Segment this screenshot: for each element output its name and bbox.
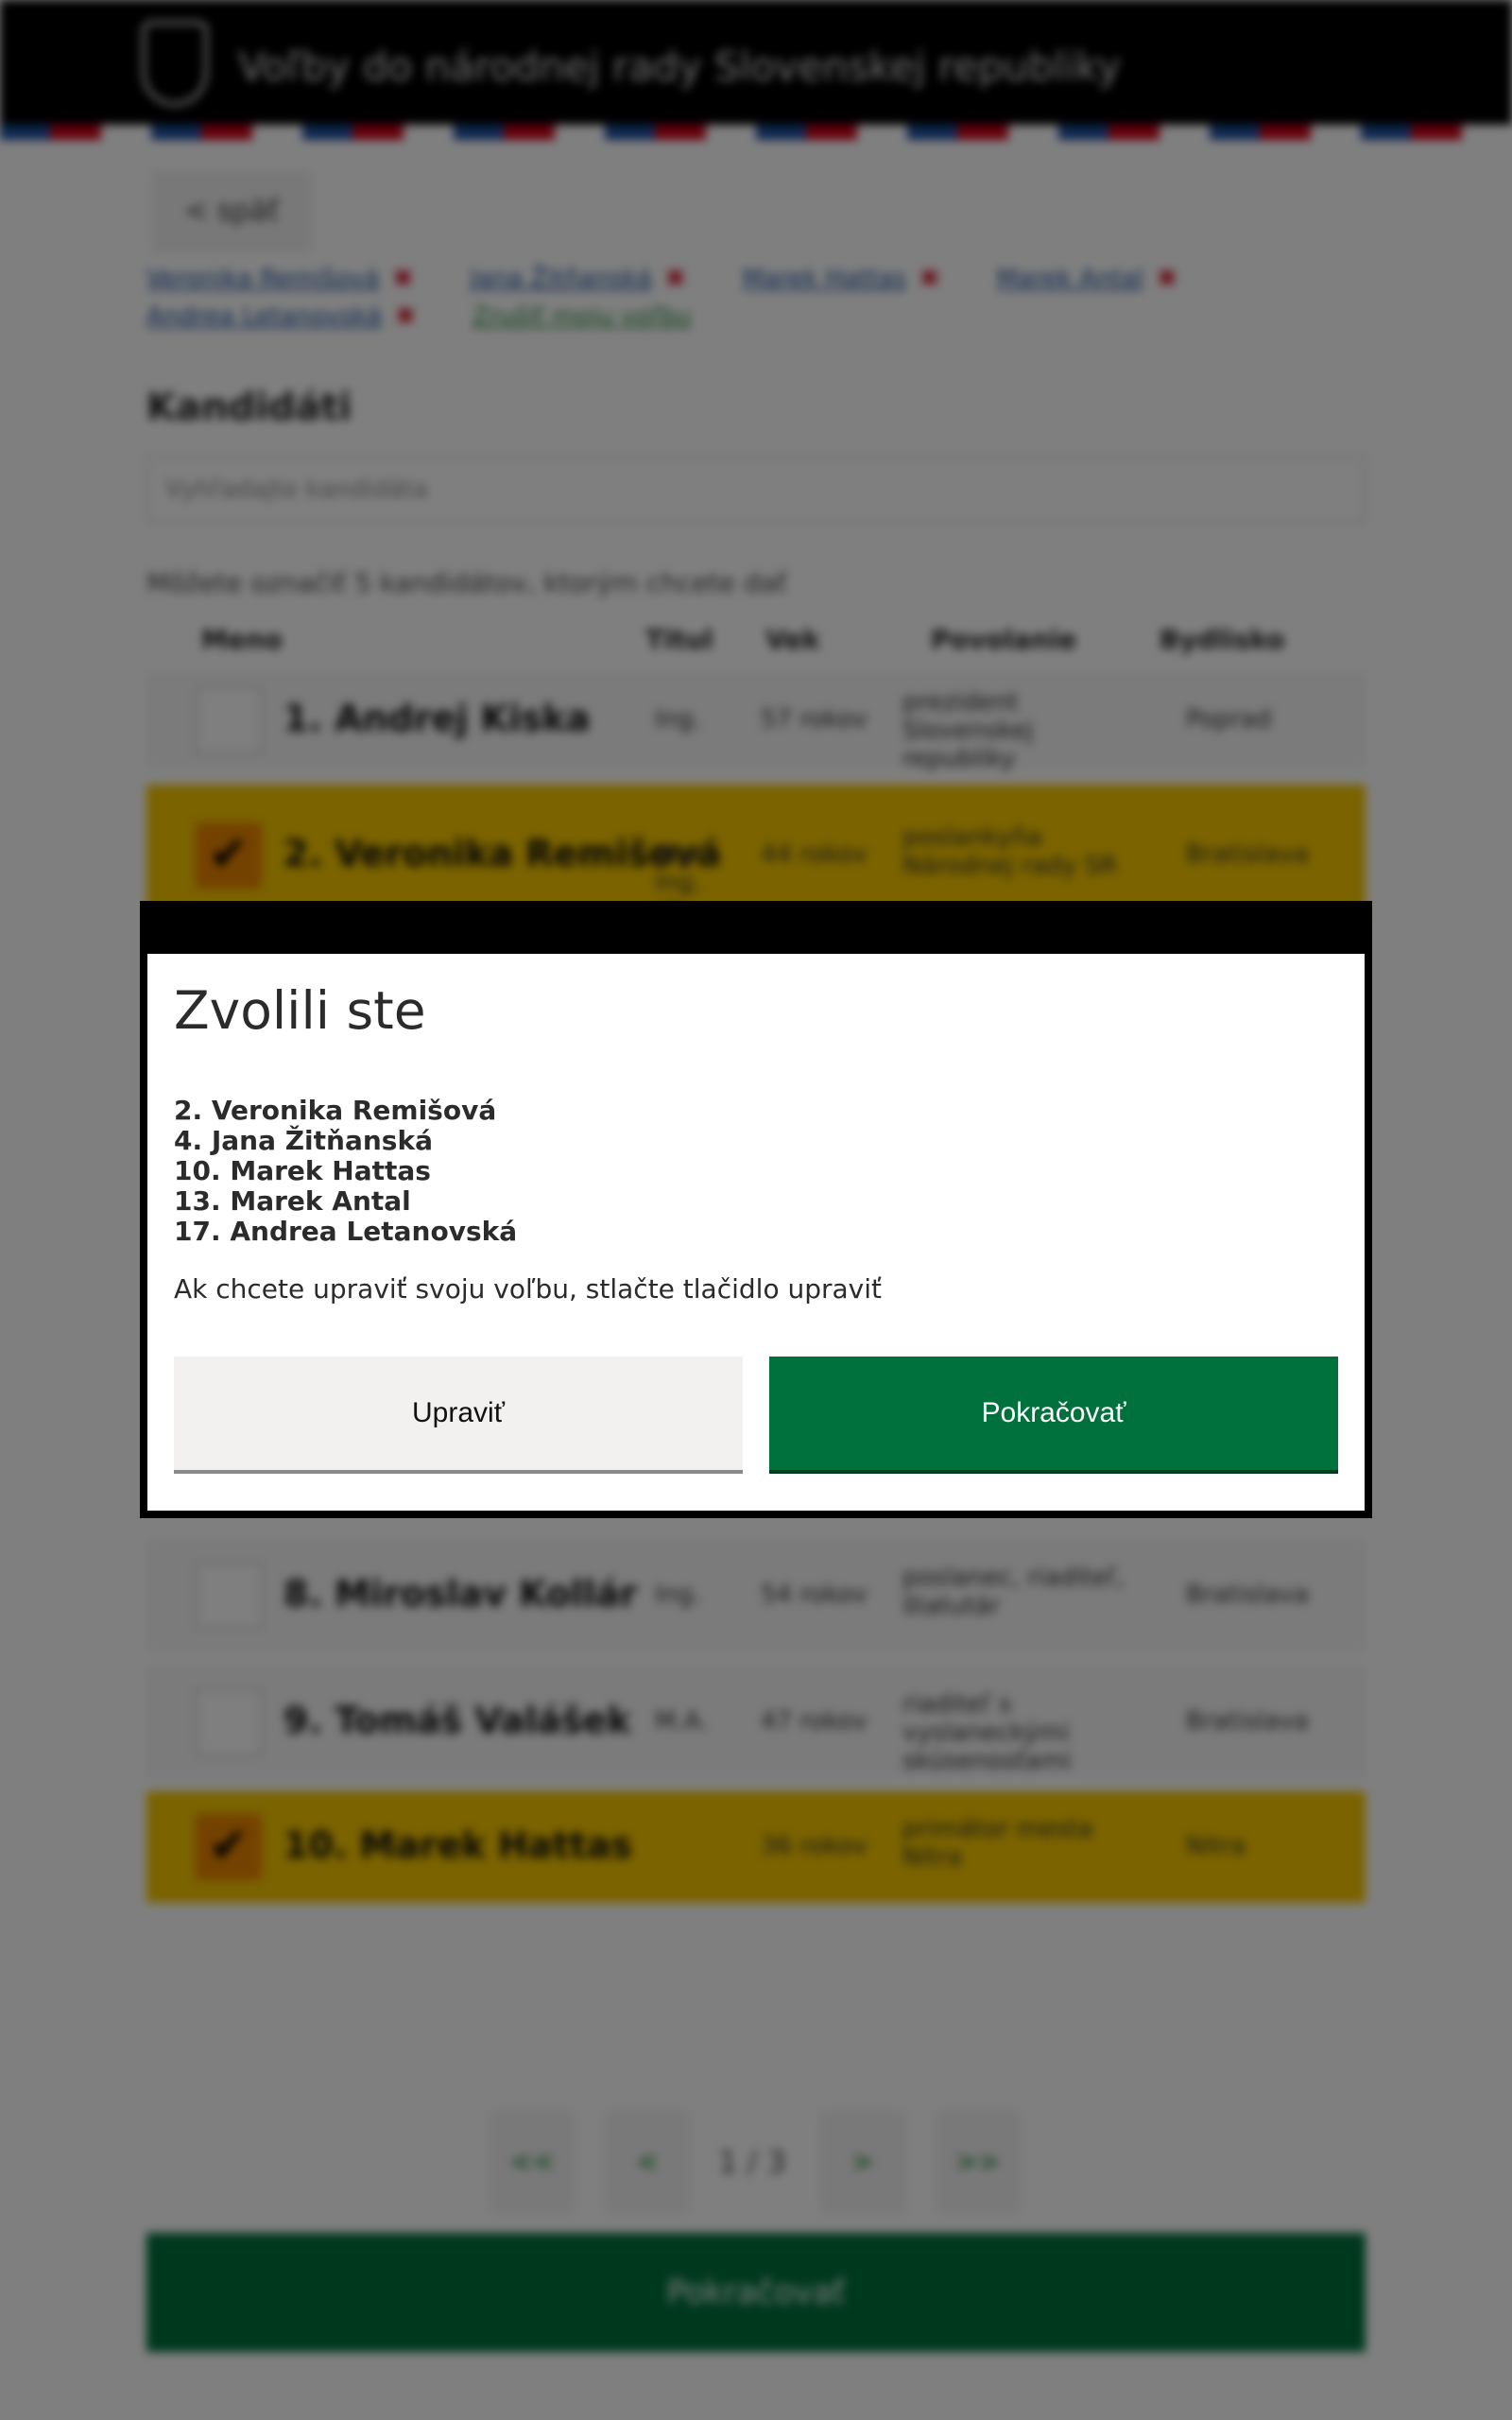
selected-candidate: 4. Jana Žitňanská: [174, 1125, 433, 1156]
selected-candidate: 2. Veronika Remišová: [174, 1095, 497, 1126]
edit-button[interactable]: Upraviť: [174, 1357, 743, 1474]
selected-candidate: 13. Marek Antal: [174, 1185, 411, 1217]
selected-candidates-list: 2. Veronika Remišová 4. Jana Žitňanská 1…: [174, 1096, 517, 1247]
dialog-message: Ak chcete upraviť svoju voľbu, stlačte t…: [174, 1273, 882, 1305]
selected-candidate: 17. Andrea Letanovská: [174, 1216, 518, 1247]
dialog-body: Zvolili ste 2. Veronika Remišová 4. Jana…: [147, 954, 1365, 1511]
selected-candidate: 10. Marek Hattas: [174, 1155, 431, 1186]
dialog-title: Zvolili ste: [174, 980, 426, 1041]
confirmation-dialog: Zvolili ste 2. Veronika Remišová 4. Jana…: [140, 901, 1372, 1518]
continue-button[interactable]: Pokračovať: [769, 1357, 1338, 1474]
